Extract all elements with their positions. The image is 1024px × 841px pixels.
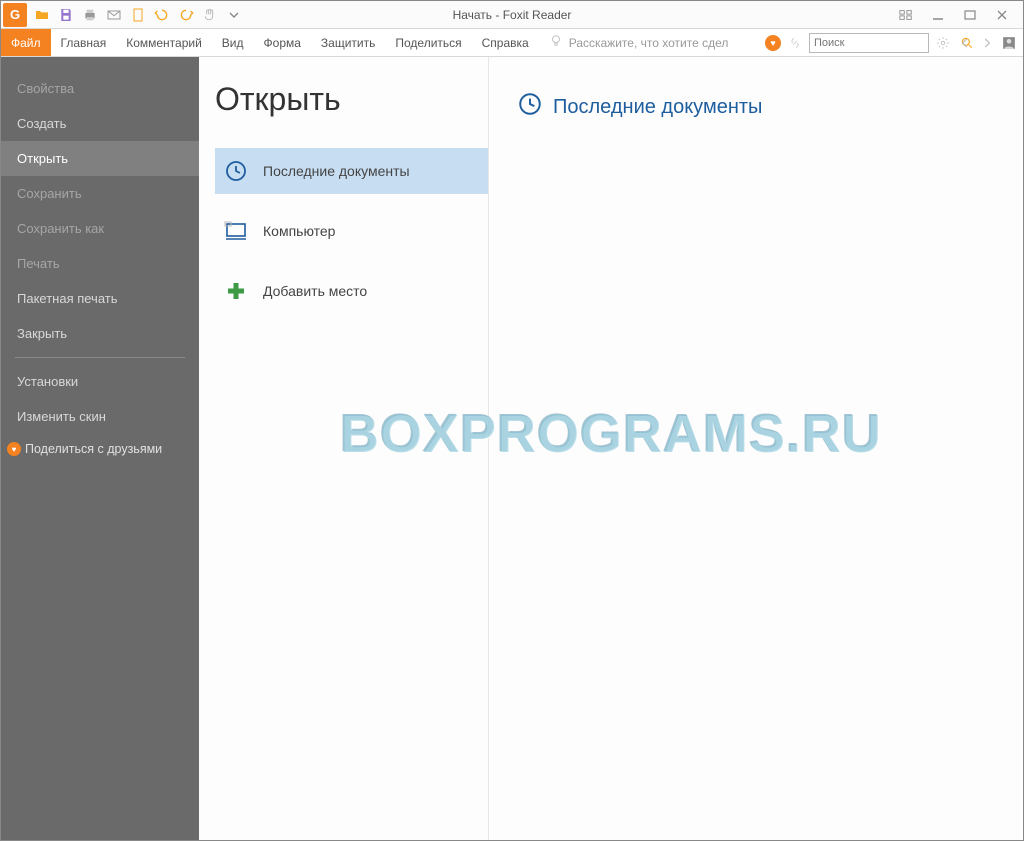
sidebar-item-print: Печать (1, 246, 199, 281)
sidebar-item-close[interactable]: Закрыть (1, 316, 199, 351)
recent-heading-label: Последние документы (553, 96, 762, 119)
hand-tool-icon[interactable] (201, 6, 219, 24)
app-logo-icon: G (3, 3, 27, 27)
gear-icon[interactable] (935, 35, 951, 51)
tab-form[interactable]: Форма (254, 29, 311, 56)
print-icon[interactable] (81, 6, 99, 24)
close-button[interactable] (993, 8, 1011, 22)
lightbulb-icon (549, 34, 563, 51)
file-sidebar: Свойства Создать Открыть Сохранить Сохра… (1, 57, 199, 840)
share-heart-icon[interactable]: ♥ (765, 35, 781, 51)
sidebar-item-batchprint[interactable]: Пакетная печать (1, 281, 199, 316)
tell-me-placeholder: Расскажите, что хотите сдел (569, 36, 729, 50)
search-box[interactable] (809, 33, 929, 53)
link-icon[interactable] (787, 35, 803, 51)
tab-help[interactable]: Справка (472, 29, 539, 56)
sidebar-item-saveas: Сохранить как (1, 211, 199, 246)
recent-documents-heading: Последние документы (517, 91, 1023, 123)
maximize-button[interactable] (961, 8, 979, 22)
tab-file[interactable]: Файл (1, 29, 51, 56)
recent-documents-column: Последние документы (489, 57, 1023, 840)
plus-icon (223, 278, 249, 304)
heart-icon: ♥ (7, 442, 21, 456)
sidebar-item-create[interactable]: Создать (1, 106, 199, 141)
open-sources-column: Открыть Последние документы Компьютер (199, 57, 489, 840)
open-source-label: Последние документы (263, 163, 410, 179)
user-avatar-icon[interactable] (1001, 35, 1017, 51)
sidebar-item-properties: Свойства (1, 71, 199, 106)
tab-view[interactable]: Вид (212, 29, 254, 56)
app-window: G Начать - Foxit Reader Файл Главная Ком… (0, 0, 1024, 841)
tell-me-box[interactable]: Расскажите, что хотите сдел (549, 29, 729, 56)
qat-dropdown-icon[interactable] (225, 6, 243, 24)
open-source-label: Добавить место (263, 283, 367, 299)
tab-share[interactable]: Поделиться (385, 29, 471, 56)
computer-icon (223, 218, 249, 244)
clock-icon (223, 158, 249, 184)
save-icon[interactable] (57, 6, 75, 24)
nav-prev-icon[interactable] (957, 35, 973, 51)
body-area: Свойства Создать Открыть Сохранить Сохра… (1, 57, 1023, 840)
open-source-computer[interactable]: Компьютер (215, 208, 488, 254)
open-source-label: Компьютер (263, 223, 335, 239)
quick-access-toolbar (33, 6, 243, 24)
open-source-addplace[interactable]: Добавить место (215, 268, 488, 314)
sidebar-item-sharefriends[interactable]: ♥ Поделиться с друзьями (1, 434, 199, 464)
sidebar-item-open[interactable]: Открыть (1, 141, 199, 176)
window-controls (897, 8, 1023, 22)
nav-next-icon[interactable] (979, 35, 995, 51)
sidebar-divider (15, 357, 185, 358)
redo-icon[interactable] (177, 6, 195, 24)
main-panel: Открыть Последние документы Компьютер (199, 57, 1023, 840)
undo-icon[interactable] (153, 6, 171, 24)
sidebar-item-save: Сохранить (1, 176, 199, 211)
ui-mode-icon[interactable] (897, 8, 915, 22)
sidebar-item-skin[interactable]: Изменить скин (1, 399, 199, 434)
ribbon-tabs: Файл Главная Комментарий Вид Форма Защит… (1, 29, 1023, 57)
tab-home[interactable]: Главная (51, 29, 117, 56)
sidebar-item-settings[interactable]: Установки (1, 364, 199, 399)
sidebar-item-label: Поделиться с друзьями (25, 442, 162, 456)
tab-protect[interactable]: Защитить (311, 29, 385, 56)
clock-icon (517, 91, 543, 123)
minimize-button[interactable] (929, 8, 947, 22)
page-title: Открыть (215, 81, 488, 118)
toolbar-right: ♥ (765, 29, 1023, 56)
open-source-recent[interactable]: Последние документы (215, 148, 488, 194)
mail-icon[interactable] (105, 6, 123, 24)
document-icon[interactable] (129, 6, 147, 24)
open-folder-icon[interactable] (33, 6, 51, 24)
tab-comment[interactable]: Комментарий (116, 29, 212, 56)
titlebar: G Начать - Foxit Reader (1, 1, 1023, 29)
